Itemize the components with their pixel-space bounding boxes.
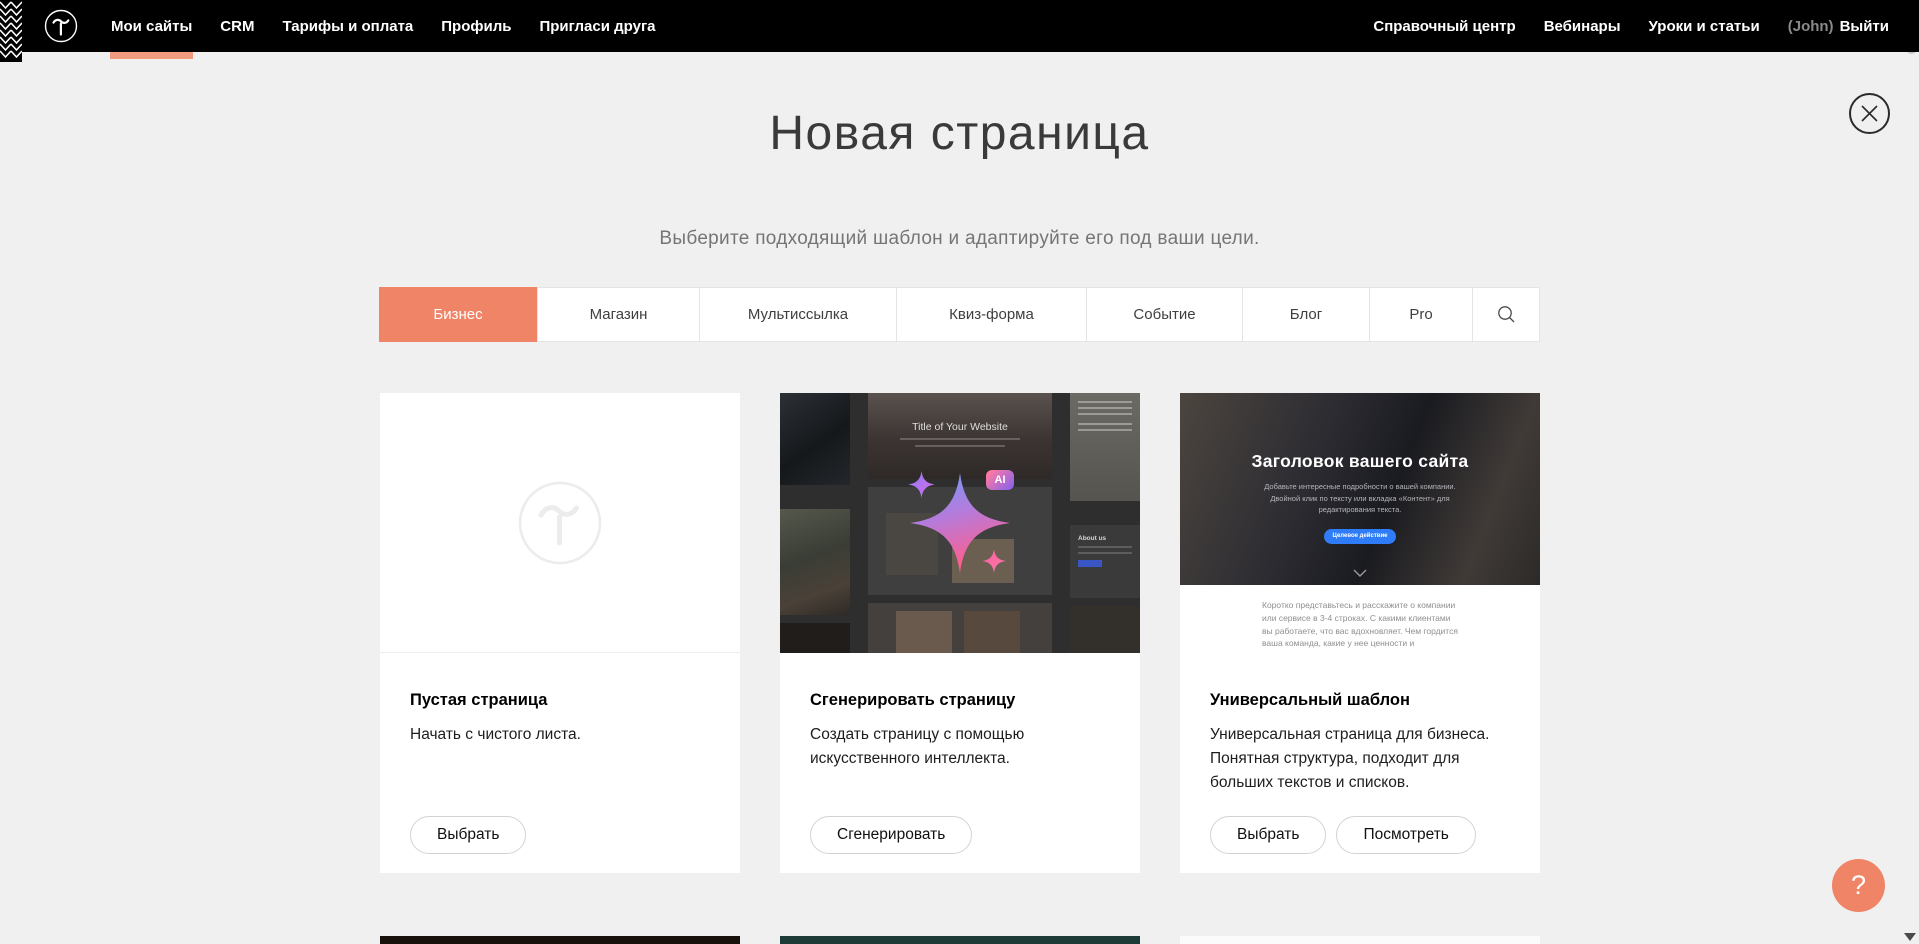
preview-cta-button: Целевое действие [1324,529,1396,544]
logout-link[interactable]: Выйти [1840,18,1889,35]
template-card-blank: Пустая страница Начать с чистого листа. … [380,393,740,873]
preview-tile-bottom [868,603,1052,653]
tab-event[interactable]: Событие [1087,288,1243,341]
card-description: Универсальная страница для бизнеса. Поня… [1210,723,1510,795]
preview-body: Коротко представьтесь и расскажите о ком… [1180,585,1540,653]
preview-heading: Заголовок вашего сайта [1180,393,1540,472]
scrollbar-down-arrow[interactable] [1904,933,1916,941]
nav-help-center[interactable]: Справочный центр [1373,0,1515,52]
view-universal-button[interactable]: Посмотреть [1336,816,1475,854]
zigzag-decoration [0,0,22,62]
nav-invite-friend[interactable]: Пригласи друга [539,0,655,52]
preview-about-label: About us [1078,535,1132,542]
preview-subheading: Добавьте интересные подробности о вашей … [1253,481,1468,516]
card-actions: Выбрать [410,816,526,854]
chevron-down-icon [1353,569,1367,577]
card-description: Начать с чистого листа. [410,723,710,747]
template-cards-row: Пустая страница Начать с чистого листа. … [380,393,1540,873]
select-blank-button[interactable]: Выбрать [410,816,526,854]
card-title: Пустая страница [410,691,710,710]
preview-tile-room [780,509,850,615]
tab-search[interactable] [1473,288,1539,341]
tilda-logo-icon[interactable] [44,9,78,43]
blank-page-preview[interactable] [380,393,740,653]
tab-blog[interactable]: Блог [1243,288,1370,341]
nav-my-sites[interactable]: Мои сайты [111,0,192,52]
user-block: (John) Выйти [1788,0,1889,52]
page-subtitle: Выберите подходящий шаблон и адаптируйте… [0,228,1919,250]
tab-shop[interactable]: Магазин [538,288,700,341]
tilda-watermark-icon [516,479,604,567]
tab-quiz-form[interactable]: Квиз-форма [897,288,1087,341]
card-description: Создать страницу с помощью искусственног… [810,723,1110,771]
card-actions: Выбрать Посмотреть [1210,816,1476,854]
card-title: Универсальный шаблон [1210,691,1510,710]
navbar-right-menu: Справочный центр Вебинары Уроки и статьи… [1373,0,1889,52]
ai-generate-preview[interactable]: Title of Your Website About us [780,393,1140,653]
generate-button[interactable]: Сгенерировать [810,816,972,854]
template-card-universal: Заголовок вашего сайта Добавьте интересн… [1180,393,1540,873]
next-template-preview[interactable] [1180,936,1540,944]
preview-tile-about: About us [1070,525,1140,598]
preview-body-text: Коротко представьтесь и расскажите о ком… [1262,599,1458,653]
tab-pro[interactable]: Pro [1370,288,1473,341]
nav-lessons[interactable]: Уроки и статьи [1649,0,1760,52]
tab-multilink[interactable]: Мультиссылка [700,288,897,341]
tab-business[interactable]: Бизнес [379,287,538,342]
help-button[interactable]: ? [1832,859,1885,912]
next-template-preview[interactable] [780,936,1140,944]
next-row-previews [380,936,1540,944]
navbar-left-menu: Мои сайты CRM Тарифы и оплата Профиль Пр… [111,0,656,52]
user-name: (John) [1788,18,1834,35]
search-icon [1497,305,1516,324]
preview-site-title: Title of Your Website [868,393,1052,433]
nav-profile[interactable]: Профиль [441,0,511,52]
next-template-preview[interactable] [380,936,740,944]
top-navbar: Мои сайты CRM Тарифы и оплата Профиль Пр… [0,0,1919,52]
card-actions: Сгенерировать [810,816,972,854]
universal-template-preview[interactable]: Заголовок вашего сайта Добавьте интересн… [1180,393,1540,653]
nav-webinars[interactable]: Вебинары [1544,0,1621,52]
ai-badge: AI [986,470,1014,490]
template-category-tabs: Бизнес Магазин Мультиссылка Квиз-форма С… [379,287,1540,342]
card-title: Сгенерировать страницу [810,691,1110,710]
nav-crm[interactable]: CRM [220,0,254,52]
preview-hero: Заголовок вашего сайта Добавьте интересн… [1180,393,1540,585]
nav-tariffs[interactable]: Тарифы и оплата [282,0,413,52]
select-universal-button[interactable]: Выбрать [1210,816,1326,854]
preview-tile-desk [780,393,850,485]
page-title: Новая страница [0,106,1919,161]
new-page-modal: Мои сайты CRM Тарифы и оплата Профиль Пр… [0,0,1919,944]
template-card-ai-generate: Title of Your Website About us [780,393,1140,873]
preview-tile-page [1070,393,1140,501]
